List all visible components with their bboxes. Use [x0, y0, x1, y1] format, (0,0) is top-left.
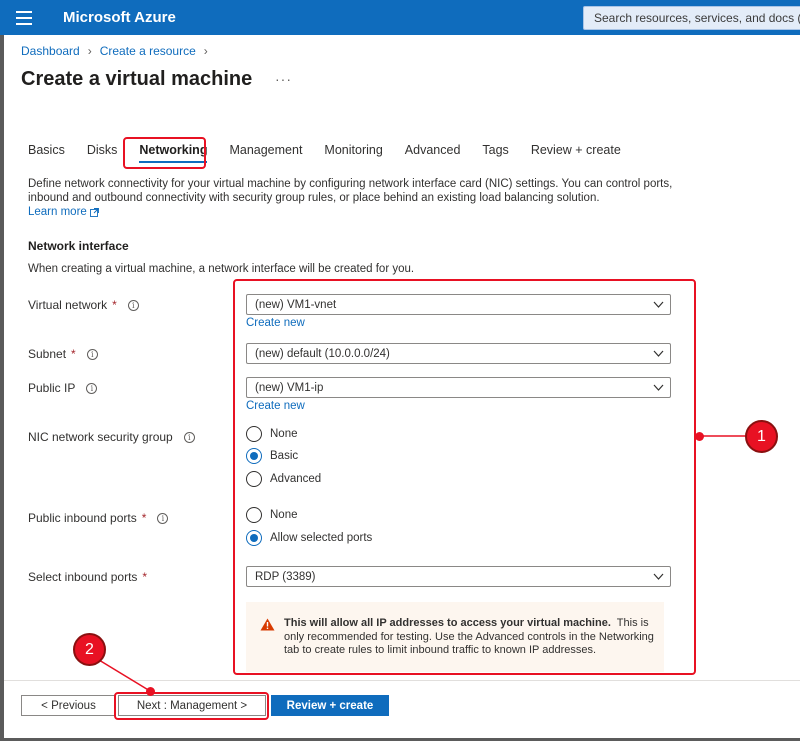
section-subtitle: When creating a virtual machine, a netwo…: [28, 263, 415, 275]
chevron-right-icon: ›: [87, 44, 92, 58]
required-asterisk: *: [141, 511, 147, 525]
nsg-radio-advanced[interactable]: Advanced: [246, 471, 321, 487]
label-text: Subnet: [28, 347, 67, 361]
chevron-right-icon: ›: [203, 44, 208, 58]
global-search-input[interactable]: Search resources, services, and docs (G: [583, 6, 800, 30]
public-inbound-ports-label: Public inbound ports * i: [28, 511, 169, 525]
nsg-radio-basic[interactable]: Basic: [246, 448, 298, 464]
label-text: Public IP: [28, 381, 76, 395]
radio-label: Basic: [270, 450, 299, 462]
tab-review-create[interactable]: Review + create: [531, 141, 621, 163]
select-value: (new) default (10.0.0.0/24): [255, 347, 390, 360]
inbound-ports-warning: This will allow all IP addresses to acce…: [246, 602, 664, 672]
learn-more-link[interactable]: Learn more: [28, 206, 99, 218]
public-ip-label: Public IP i: [28, 381, 98, 395]
label-text: NIC network security group: [28, 430, 173, 444]
required-asterisk: *: [112, 298, 117, 312]
external-link-icon: [89, 207, 99, 217]
next-management-button[interactable]: Next : Management >: [118, 695, 266, 716]
radio-circle: [246, 448, 262, 464]
create-new-vnet-link[interactable]: Create new: [246, 317, 305, 329]
tab-management[interactable]: Management: [229, 141, 302, 163]
footer-divider: [4, 680, 800, 681]
inbound-radio-none[interactable]: None: [246, 507, 298, 523]
learn-more-label: Learn more: [28, 206, 87, 218]
search-placeholder: Search resources, services, and docs (G: [594, 11, 800, 25]
callout-badge-1: 1: [745, 420, 778, 453]
tab-disks[interactable]: Disks: [87, 141, 118, 163]
create-new-ip-link[interactable]: Create new: [246, 400, 305, 412]
inbound-radio-allow-selected[interactable]: Allow selected ports: [246, 530, 372, 546]
tab-basics[interactable]: Basics: [28, 141, 65, 163]
label-text: Virtual network: [28, 298, 108, 312]
tab-tags[interactable]: Tags: [482, 141, 508, 163]
virtual-network-select[interactable]: (new) VM1-vnet: [246, 294, 671, 315]
chevron-down-icon: [653, 573, 664, 580]
previous-button[interactable]: < Previous: [21, 695, 116, 716]
hamburger-menu-icon[interactable]: [16, 11, 32, 25]
select-inbound-ports-label: Select inbound ports *: [28, 570, 147, 584]
warning-bold-text: This will allow all IP addresses to acce…: [284, 617, 611, 629]
review-create-button[interactable]: Review + create: [271, 695, 389, 716]
select-value: (new) VM1-ip: [255, 381, 324, 394]
radio-label: Advanced: [270, 473, 322, 485]
top-bar: Microsoft Azure Search resources, servic…: [0, 0, 800, 35]
breadcrumb-dashboard[interactable]: Dashboard: [21, 44, 80, 58]
subnet-label: Subnet * i: [28, 347, 98, 361]
public-ip-select[interactable]: (new) VM1-ip: [246, 377, 671, 398]
info-icon[interactable]: i: [86, 382, 98, 394]
info-icon[interactable]: i: [183, 431, 195, 443]
nic-nsg-label: NIC network security group i: [28, 430, 195, 444]
info-icon[interactable]: i: [86, 348, 98, 360]
radio-label: Allow selected ports: [270, 532, 373, 544]
chevron-down-icon: [653, 301, 664, 308]
required-asterisk: *: [142, 570, 148, 584]
page-title: Create a virtual machine: [21, 68, 253, 90]
label-text: Public inbound ports: [28, 511, 137, 525]
subnet-select[interactable]: (new) default (10.0.0.0/24): [246, 343, 671, 364]
tab-monitoring[interactable]: Monitoring: [324, 141, 382, 163]
chevron-down-icon: [653, 350, 664, 357]
nsg-radio-none[interactable]: None: [246, 426, 298, 442]
create-vm-panel: Dashboard › Create a resource › Create a…: [4, 35, 800, 738]
wizard-tabs: Basics Disks Networking Management Monit…: [28, 141, 643, 163]
networking-description: Define network connectivity for your vir…: [28, 178, 673, 204]
breadcrumb-create-resource[interactable]: Create a resource: [100, 44, 196, 58]
required-asterisk: *: [71, 347, 76, 361]
info-icon[interactable]: i: [157, 512, 169, 524]
tab-networking[interactable]: Networking: [139, 141, 208, 163]
virtual-network-label: Virtual network * i: [28, 298, 139, 312]
more-options-icon[interactable]: ···: [275, 71, 292, 87]
inbound-ports-select[interactable]: RDP (3389): [246, 566, 671, 587]
select-value: RDP (3389): [255, 570, 316, 583]
section-heading-network-interface: Network interface: [28, 239, 129, 253]
breadcrumb: Dashboard › Create a resource ›: [21, 44, 208, 58]
callout-anchor-dot: [695, 432, 704, 441]
chevron-down-icon: [653, 384, 664, 391]
radio-circle: [246, 530, 262, 546]
radio-label: None: [270, 509, 298, 521]
radio-circle: [246, 426, 262, 442]
brand-title[interactable]: Microsoft Azure: [63, 9, 176, 26]
radio-circle: [246, 507, 262, 523]
radio-circle: [246, 471, 262, 487]
select-value: (new) VM1-vnet: [255, 298, 337, 311]
callout-anchor-dot: [146, 687, 155, 696]
callout-badge-2: 2: [73, 633, 106, 666]
warning-icon: [260, 618, 275, 631]
radio-label: None: [270, 428, 298, 440]
label-text: Select inbound ports: [28, 570, 138, 584]
tab-advanced[interactable]: Advanced: [405, 141, 461, 163]
info-icon[interactable]: i: [127, 299, 139, 311]
